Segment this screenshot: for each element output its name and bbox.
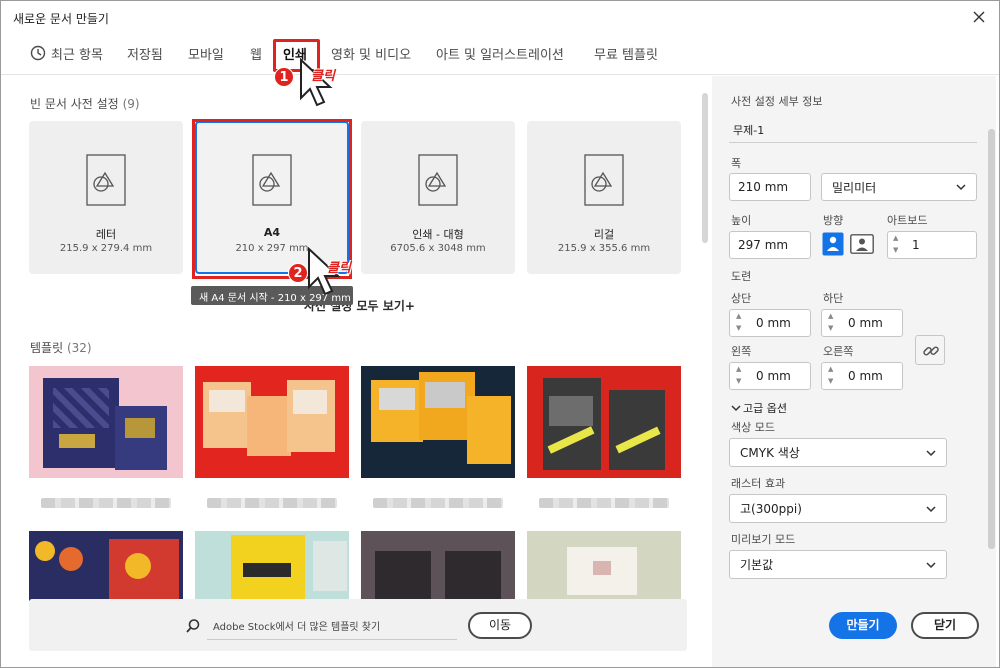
color-mode-value: CMYK 색상 [740, 446, 800, 460]
document-name-underline [729, 142, 977, 143]
link-bleed-button[interactable] [915, 335, 945, 365]
preview-mode-value: 기본값 [740, 558, 774, 572]
color-mode-select[interactable]: CMYK 색상 [729, 438, 947, 467]
template-name-blurred [41, 498, 171, 508]
template-thumbnail[interactable] [29, 366, 183, 478]
preview-mode-select[interactable]: 기본값 [729, 550, 947, 579]
orientation-label: 방향 [823, 214, 844, 227]
category-tabs: 최근 항목 저장됨 모바일 웹 인쇄 영화 및 비디오 아트 및 일러스트레이션… [1, 35, 999, 75]
template-thumbnail[interactable] [29, 531, 183, 601]
template-name-blurred [373, 498, 503, 508]
raster-effects-value: 고(300ppi) [740, 502, 802, 516]
tab-recent[interactable]: 최근 항목 [51, 44, 103, 63]
tab-art-illustration[interactable]: 아트 및 일러스트레이션 [436, 44, 564, 63]
width-field[interactable]: 210 mm [729, 173, 811, 201]
raster-effects-select[interactable]: 고(300ppi) [729, 494, 947, 523]
close-icon[interactable] [971, 9, 987, 25]
blank-presets-title: 빈 문서 사전 설정 (9) [30, 95, 140, 112]
document-name-field[interactable]: 무제-1 [733, 122, 764, 138]
preset-legal[interactable]: 리걸 215.9 x 355.6 mm [527, 121, 681, 274]
presets-panel: 빈 문서 사전 설정 (9) 레터 215.9 x 279.4 mm A4 21… [1, 76, 704, 667]
portrait-orientation-icon[interactable] [822, 232, 844, 256]
chevron-down-icon [926, 505, 936, 512]
width-label: 폭 [731, 157, 742, 170]
bleed-label: 도련 [731, 270, 752, 283]
title-bar: 새로운 문서 만들기 [1, 1, 999, 35]
template-thumbnail[interactable] [527, 366, 681, 478]
tab-web[interactable]: 웹 [250, 44, 262, 63]
new-document-dialog: 새로운 문서 만들기 최근 항목 저장됨 모바일 웹 인쇄 영화 및 비디오 아… [0, 0, 1000, 668]
click-annotation-1: 클릭 [311, 69, 335, 84]
tab-saved[interactable]: 저장됨 [127, 44, 163, 63]
stock-search-input[interactable]: Adobe Stock에서 더 많은 템플릿 찾기 [213, 618, 380, 633]
details-scrollbar[interactable] [988, 129, 995, 549]
top-bleed-label: 상단 [731, 292, 752, 305]
blank-presets-label: 빈 문서 사전 설정 [30, 97, 119, 111]
go-button[interactable]: 이동 [468, 612, 532, 639]
color-mode-label: 색상 모드 [731, 421, 775, 434]
stock-input-underline [207, 639, 457, 640]
top-bleed-stepper[interactable]: ▲ ▼ [733, 309, 747, 337]
details-title: 사전 설정 세부 정보 [731, 95, 823, 108]
preset-name: 인쇄 - 대형 [412, 228, 464, 241]
artboard-label: 아트보드 [887, 214, 928, 227]
preset-size: 215.9 x 355.6 mm [557, 243, 651, 254]
preset-size: 215.9 x 279.4 mm [59, 243, 153, 254]
chevron-down-icon [926, 449, 936, 456]
tab-mobile[interactable]: 모바일 [188, 44, 224, 63]
template-thumbnail[interactable] [361, 531, 515, 601]
blank-presets-count: (9) [122, 97, 140, 111]
chevron-down-icon [956, 184, 966, 191]
bottom-bleed-label: 하단 [823, 292, 844, 305]
unit-select-value: 밀리미터 [832, 180, 877, 195]
bottom-bleed-stepper[interactable]: ▲ ▼ [825, 309, 839, 337]
preset-size: 6705.6 x 3048 mm [390, 243, 486, 254]
height-label: 높이 [731, 214, 752, 227]
document-preset-icon [418, 154, 458, 206]
chevron-down-icon [926, 561, 936, 568]
preset-letter[interactable]: 레터 215.9 x 279.4 mm [29, 121, 183, 274]
search-icon [186, 619, 200, 633]
unit-select[interactable]: 밀리미터 [821, 173, 977, 201]
left-bleed-label: 왼쪽 [731, 345, 752, 358]
preset-print-large[interactable]: 인쇄 - 대형 6705.6 x 3048 mm [361, 121, 515, 274]
link-icon [923, 346, 939, 356]
templates-count: (32) [66, 341, 92, 355]
window-title: 새로운 문서 만들기 [13, 12, 109, 26]
templates-title: 템플릿 (32) [30, 339, 92, 356]
template-name-blurred [539, 498, 669, 508]
create-button[interactable]: 만들기 [829, 612, 897, 639]
preview-mode-label: 미리보기 모드 [731, 533, 796, 546]
landscape-orientation-icon[interactable] [850, 234, 874, 254]
template-thumbnail[interactable] [361, 366, 515, 478]
click-annotation-2: 클릭 [327, 261, 351, 276]
close-button[interactable]: 닫기 [911, 612, 979, 639]
presets-scrollbar[interactable] [702, 93, 708, 243]
templates-label: 템플릿 [30, 341, 64, 355]
height-field[interactable]: 297 mm [729, 231, 811, 259]
tab-film-video[interactable]: 영화 및 비디오 [331, 44, 411, 63]
preset-name: 리걸 [593, 228, 615, 241]
clock-icon [30, 45, 46, 61]
step-1-badge: 1 [274, 67, 294, 87]
advanced-options-toggle[interactable]: 고급 옵션 [743, 400, 787, 416]
document-preset-icon [584, 154, 624, 206]
document-preset-icon [86, 154, 126, 206]
right-bleed-stepper[interactable]: ▲ ▼ [825, 362, 839, 390]
template-thumbnail[interactable] [527, 531, 681, 601]
chevron-down-icon[interactable] [731, 403, 741, 413]
preset-name: 레터 [95, 228, 117, 241]
template-thumbnail[interactable] [195, 531, 349, 601]
template-thumbnail[interactable] [195, 366, 349, 478]
right-bleed-label: 오른쪽 [823, 345, 854, 358]
artboard-stepper[interactable]: ▲ ▼ [890, 231, 904, 259]
left-bleed-stepper[interactable]: ▲ ▼ [733, 362, 747, 390]
template-name-blurred [207, 498, 337, 508]
tab-free-templates[interactable]: 무료 템플릿 [594, 44, 658, 63]
raster-effects-label: 래스터 효과 [731, 477, 786, 490]
